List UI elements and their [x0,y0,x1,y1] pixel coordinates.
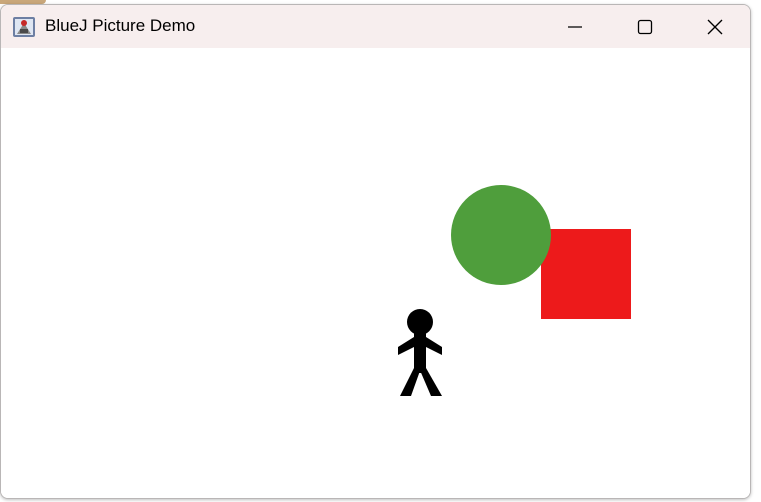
close-icon [707,19,723,34]
person-right-leg [419,368,442,396]
picture-canvas [1,48,750,498]
person-body [414,333,426,373]
red-square [541,229,631,319]
bluej-icon[interactable] [12,15,36,39]
green-circle [451,185,551,285]
person-left-leg [400,368,421,396]
maximize-button[interactable] [610,5,680,48]
window-title: BlueJ Picture Demo [45,16,196,35]
app-window: BlueJ Picture Demo [0,4,751,499]
picture-drawing [398,185,631,396]
person-left-arm [398,337,414,355]
minimize-button[interactable] [540,5,610,48]
person-right-arm [426,337,442,355]
stick-person [398,309,442,396]
person-head [407,309,433,335]
minimize-icon [568,25,582,28]
maximize-icon [637,19,653,34]
title-bar[interactable]: BlueJ Picture Demo [1,5,750,48]
close-button[interactable] [680,5,750,48]
